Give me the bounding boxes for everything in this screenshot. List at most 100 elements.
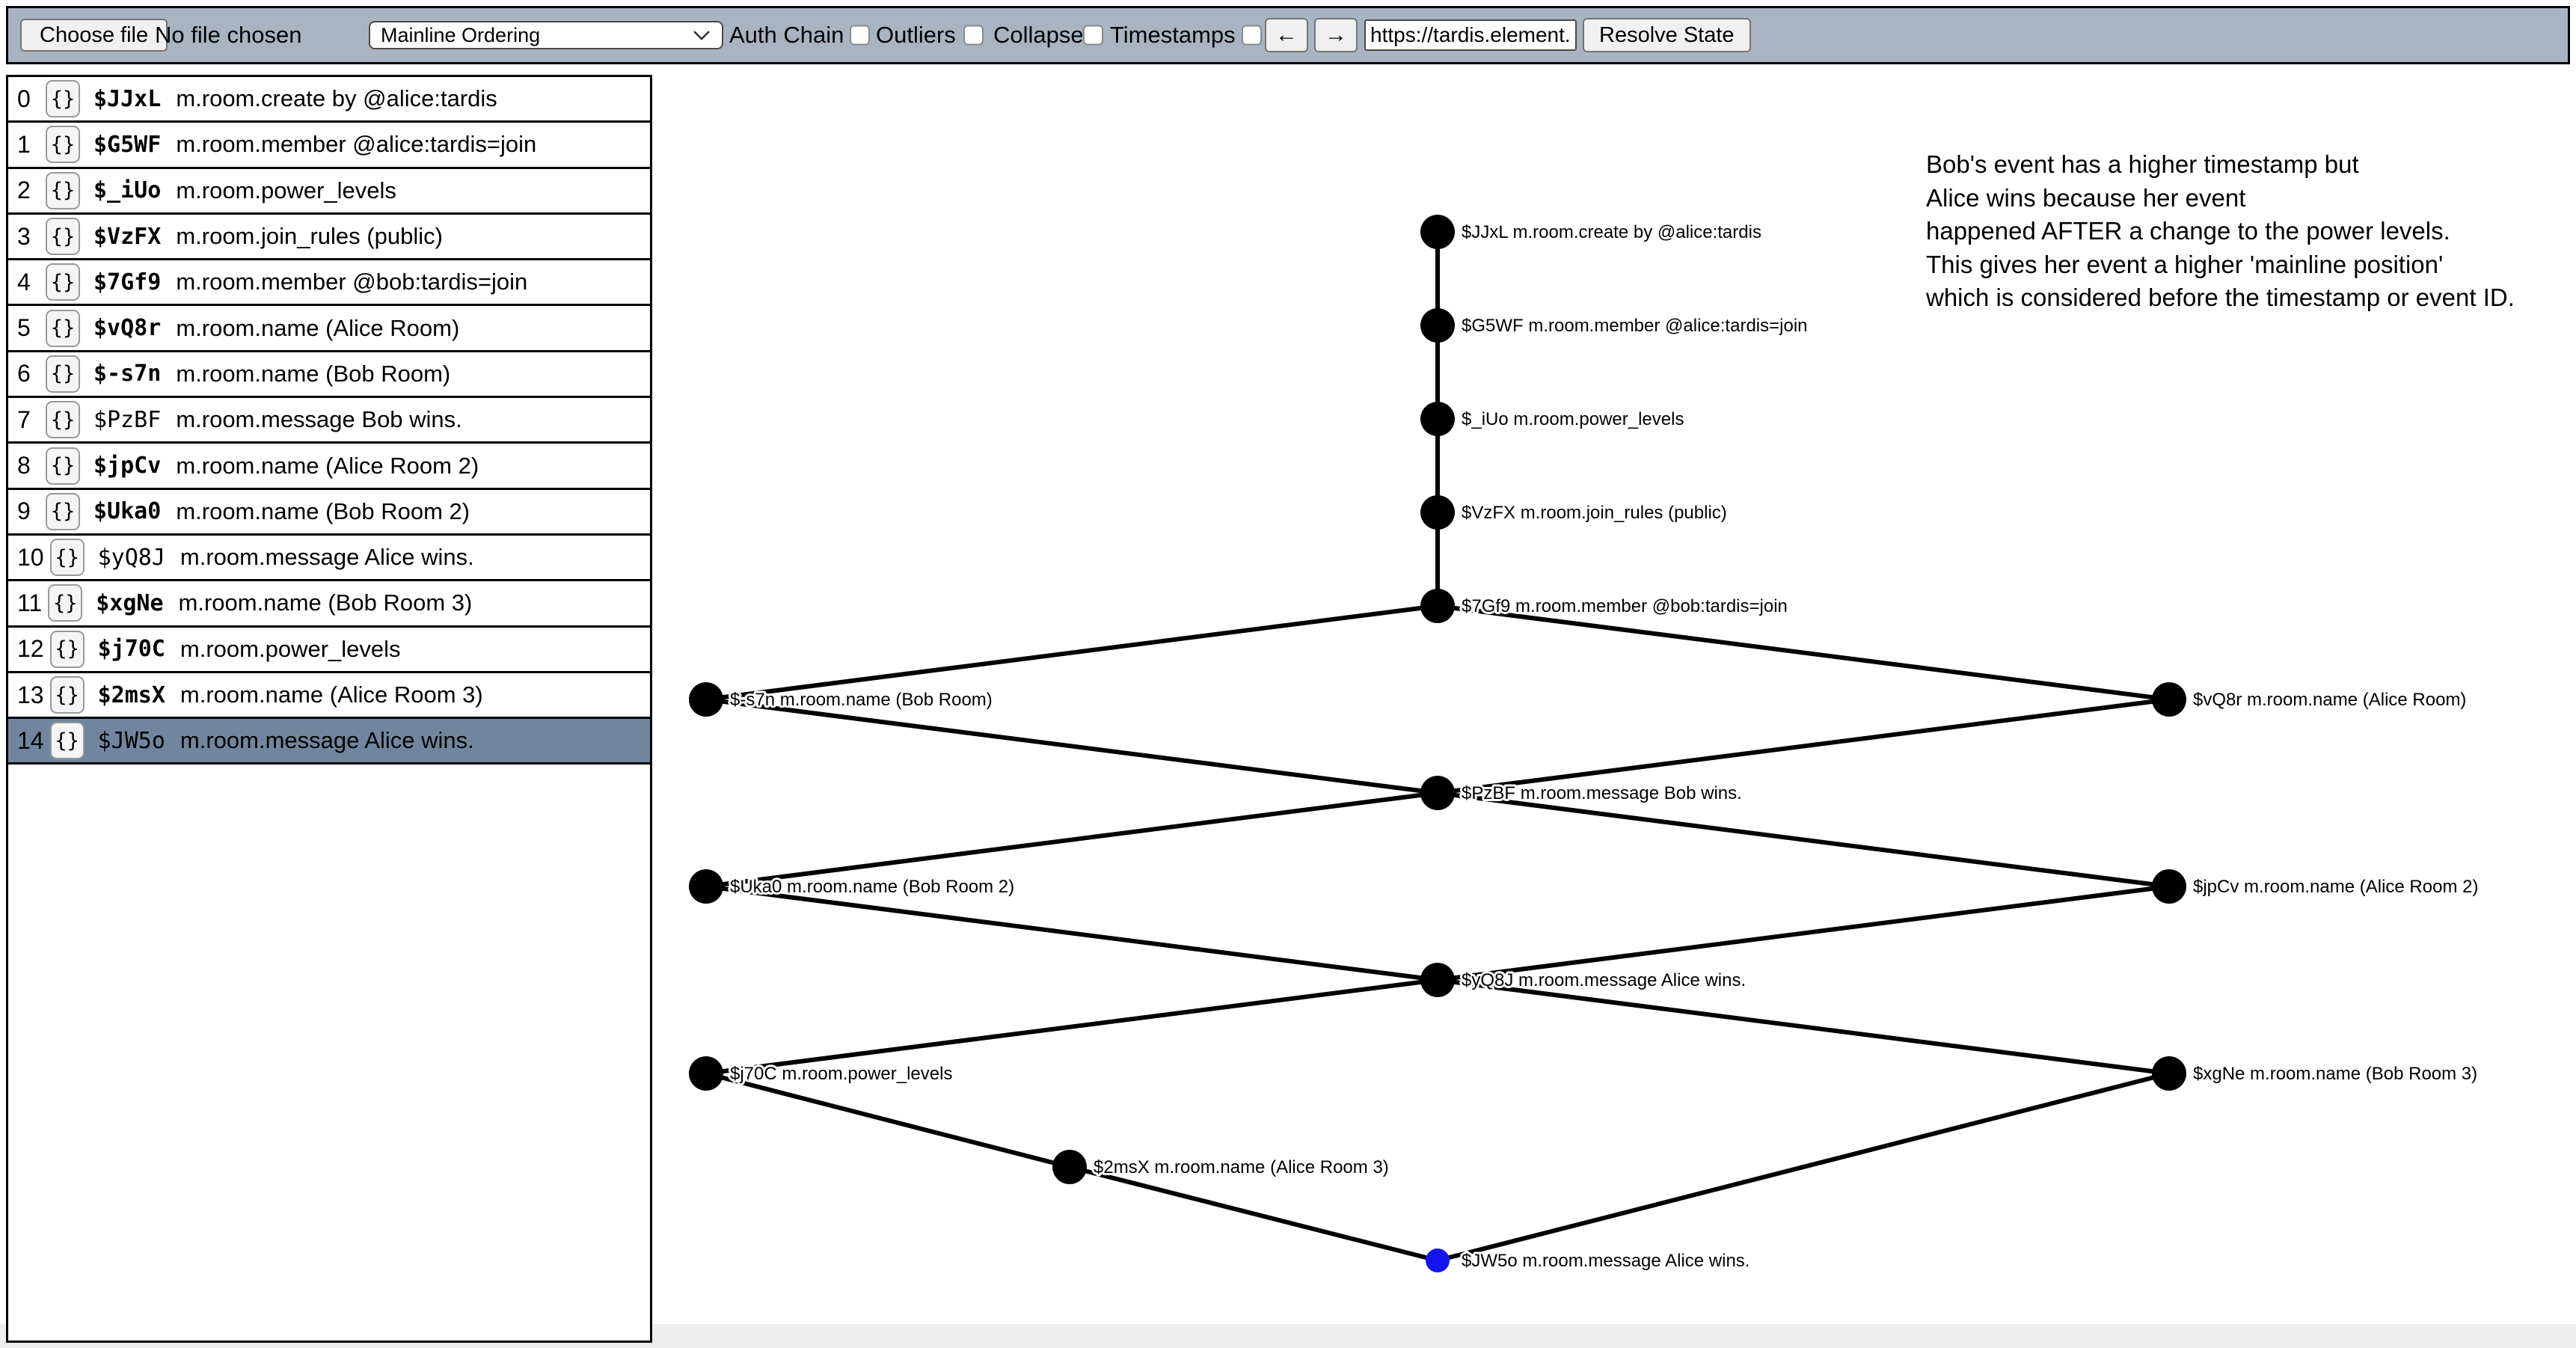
- event-row-index: 7: [17, 406, 40, 434]
- event-description: m.room.name (Alice Room): [176, 315, 459, 342]
- event-row[interactable]: 3{}$VzFXm.room.join_rules (public): [8, 215, 650, 260]
- ordering-select[interactable]: Mainline Ordering: [369, 21, 723, 49]
- dag-node-label: $jpCv m.room.name (Alice Room 2): [2193, 877, 2478, 897]
- dag-edge: [1438, 606, 2169, 699]
- server-url-input[interactable]: [1364, 19, 1577, 51]
- dag-node[interactable]: [2152, 682, 2186, 717]
- view-json-button[interactable]: {}: [46, 355, 80, 393]
- event-id: $JW5o: [98, 728, 165, 754]
- event-description: m.room.name (Bob Room): [176, 361, 450, 387]
- dag-node[interactable]: [2152, 1056, 2186, 1091]
- view-json-button[interactable]: {}: [46, 80, 80, 117]
- dag-node[interactable]: [1420, 308, 1455, 343]
- dag-node-label: $vQ8r m.room.name (Alice Room): [2193, 690, 2466, 710]
- dag-node[interactable]: [1420, 963, 1455, 997]
- dag-edge: [1438, 1073, 2169, 1260]
- checkbox-label-timestamps: Timestamps: [1110, 22, 1236, 49]
- view-json-button[interactable]: {}: [46, 401, 80, 438]
- checkbox-label-auth-chain: Auth Chain: [729, 22, 844, 49]
- event-row-index: 2: [17, 177, 40, 204]
- dag-node[interactable]: [2152, 869, 2186, 904]
- event-id: $G5WF: [93, 132, 161, 158]
- event-id: $jpCv: [93, 453, 161, 479]
- event-row[interactable]: 13{}$2msXm.room.name (Alice Room 3): [8, 673, 650, 719]
- view-json-button[interactable]: {}: [46, 310, 80, 347]
- resolve-state-button[interactable]: Resolve State: [1583, 18, 1751, 52]
- event-row[interactable]: 8{}$jpCvm.room.name (Alice Room 2): [8, 444, 650, 489]
- event-row[interactable]: 10{}$yQ8Jm.room.message Alice wins.: [8, 536, 650, 581]
- event-row-index: 11: [17, 589, 42, 617]
- view-json-button[interactable]: {}: [46, 263, 80, 301]
- dag-node[interactable]: [689, 682, 723, 717]
- dag-node[interactable]: [689, 869, 723, 904]
- event-row-index: 10: [17, 544, 44, 572]
- event-row[interactable]: 9{}$Uka0m.room.name (Bob Room 2): [8, 490, 650, 536]
- event-row-index: 3: [17, 223, 40, 251]
- view-json-button[interactable]: {}: [50, 631, 85, 668]
- dag-edge: [1438, 886, 2169, 980]
- checkbox-auth-chain[interactable]: [850, 25, 870, 46]
- view-json-button[interactable]: {}: [46, 218, 80, 255]
- checkbox-label-collapse: Collapse: [993, 22, 1084, 49]
- explanation-line: Bob's event has a higher timestamp but: [1926, 148, 2515, 182]
- dag-node[interactable]: [1420, 589, 1455, 623]
- event-id: $7Gf9: [93, 269, 161, 295]
- checkbox-outliers[interactable]: [963, 25, 984, 46]
- event-row[interactable]: 5{}$vQ8rm.room.name (Alice Room): [8, 306, 650, 352]
- forward-button[interactable]: →: [1314, 18, 1358, 52]
- view-json-button[interactable]: {}: [50, 676, 85, 714]
- dag-node[interactable]: [1052, 1150, 1087, 1184]
- explanation-line: happened AFTER a change to the power lev…: [1926, 215, 2515, 248]
- dag-node[interactable]: [1420, 495, 1455, 530]
- event-row[interactable]: 6{}$-s7nm.room.name (Bob Room): [8, 352, 650, 398]
- view-json-button[interactable]: {}: [46, 447, 80, 485]
- view-json-button[interactable]: {}: [46, 126, 80, 163]
- choose-file-button[interactable]: Choose file: [20, 19, 168, 52]
- event-description: m.room.message Alice wins.: [180, 727, 474, 754]
- event-row[interactable]: 12{}$j70Cm.room.power_levels: [8, 628, 650, 673]
- chevron-down-icon: [692, 28, 711, 42]
- dag-node[interactable]: [689, 1056, 723, 1091]
- event-description: m.room.member @bob:tardis=join: [176, 269, 527, 295]
- event-description: m.room.member @alice:tardis=join: [176, 131, 536, 158]
- event-id: $Uka0: [93, 498, 161, 524]
- event-row-index: 1: [17, 131, 40, 159]
- dag-edge: [706, 606, 1438, 699]
- back-button[interactable]: ←: [1265, 18, 1308, 52]
- dag-node-label: $JJxL m.room.create by @alice:tardis: [1462, 222, 1761, 242]
- view-json-button[interactable]: {}: [50, 722, 85, 759]
- event-row[interactable]: 11{}$xgNem.room.name (Bob Room 3): [8, 581, 650, 627]
- dag-node-label: $G5WF m.room.member @alice:tardis=join: [1462, 316, 1808, 336]
- checkbox-collapse[interactable]: [1083, 25, 1103, 46]
- event-id: $PzBF: [93, 407, 161, 433]
- dag-node-label: $j70C m.room.power_levels: [730, 1064, 952, 1084]
- dag-edge: [1070, 1167, 1438, 1260]
- dag-node-label: $_iUo m.room.power_levels: [1462, 409, 1684, 429]
- view-json-button[interactable]: {}: [46, 493, 80, 530]
- view-json-button[interactable]: {}: [50, 539, 85, 576]
- view-json-button[interactable]: {}: [46, 172, 80, 209]
- dag-node-label: $VzFX m.room.join_rules (public): [1462, 503, 1727, 523]
- dag-node-label: $Uka0 m.room.name (Bob Room 2): [730, 877, 1014, 897]
- event-row[interactable]: 1{} $G5WF m.room.member @alice:tardis=join: [8, 123, 650, 168]
- event-row[interactable]: 14{}$JW5om.room.message Alice wins.: [8, 719, 650, 765]
- checkbox-timestamps[interactable]: [1242, 25, 1262, 46]
- event-row-index: 4: [17, 269, 40, 296]
- view-json-button[interactable]: {}: [48, 584, 82, 622]
- event-row[interactable]: 0{}$JJxLm.room.create by @alice:tardis: [8, 77, 650, 123]
- event-id: $j70C: [98, 636, 165, 662]
- explanation-line: Alice wins because her event: [1926, 182, 2515, 215]
- event-row[interactable]: 4{} $7Gf9 m.room.member @bob:tardis=join: [8, 260, 650, 306]
- dag-node-selected[interactable]: [1426, 1249, 1450, 1272]
- dag-edge: [706, 1073, 1070, 1167]
- event-description: m.room.power_levels: [180, 636, 401, 663]
- event-id: $yQ8J: [98, 545, 165, 571]
- dag-node[interactable]: [1420, 776, 1455, 810]
- event-row[interactable]: 2{}$_iUom.room.power_levels: [8, 169, 650, 215]
- explanation-text: Bob's event has a higher timestamp butAl…: [1926, 148, 2515, 315]
- dag-node[interactable]: [1420, 402, 1455, 436]
- dag-edge: [1438, 793, 2169, 886]
- dag-node[interactable]: [1420, 215, 1455, 249]
- event-row[interactable]: 7{}$PzBFm.room.message Bob wins.: [8, 398, 650, 444]
- event-description: m.room.name (Alice Room 3): [180, 681, 483, 708]
